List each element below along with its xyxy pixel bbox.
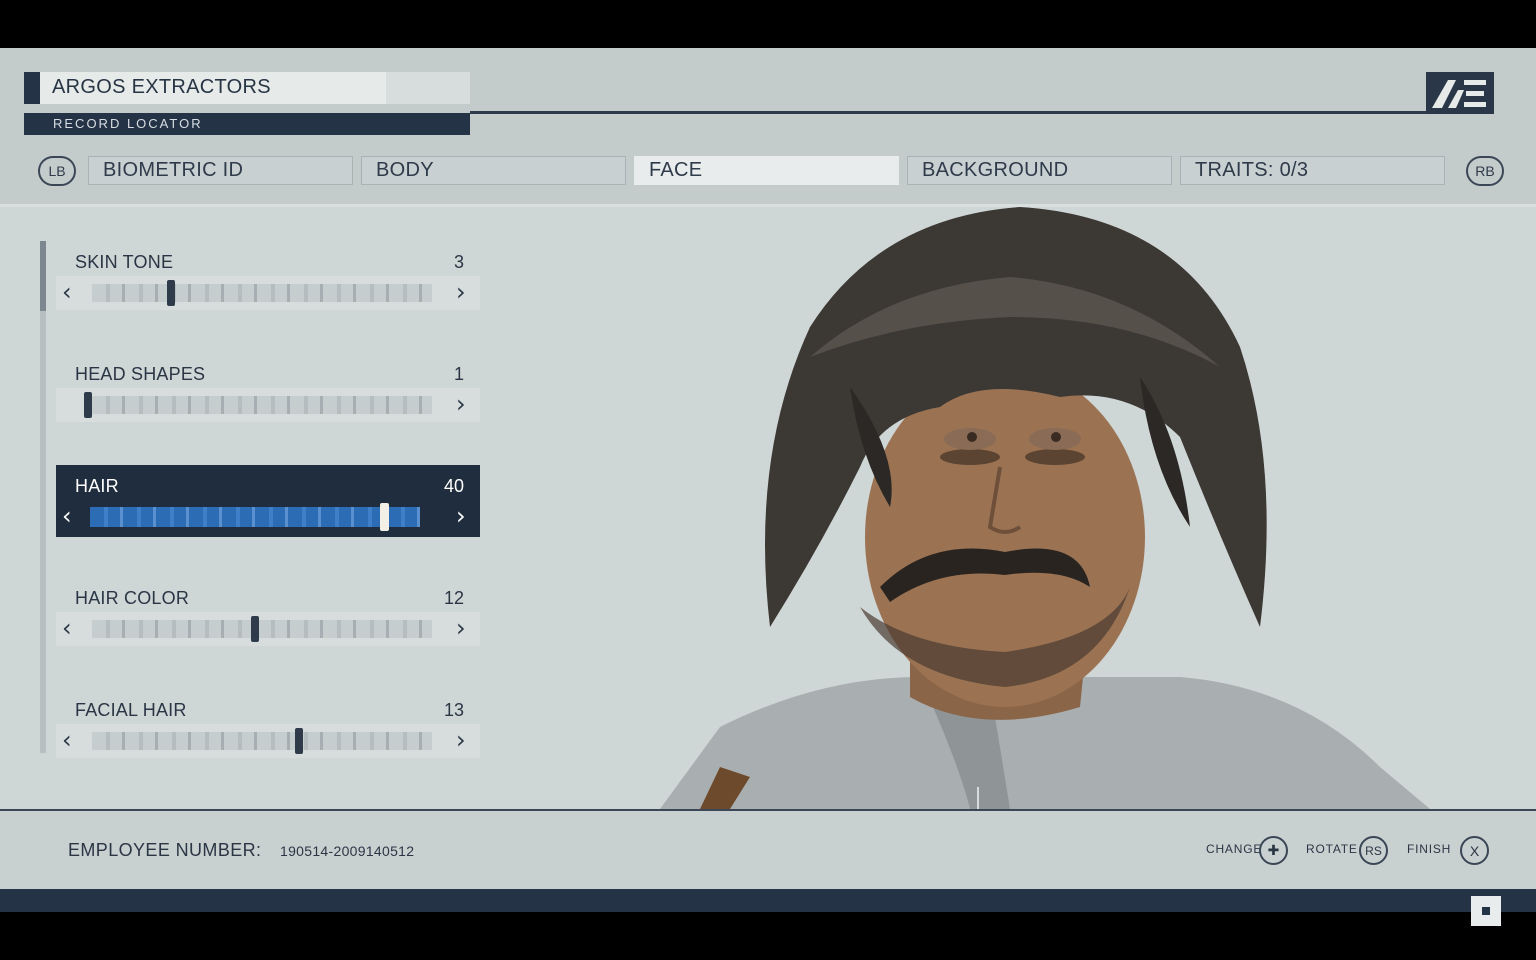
lb-bumper-button[interactable]: LB xyxy=(38,156,76,186)
stop-square-icon[interactable] xyxy=(1471,896,1501,926)
hair-left-arrow-icon[interactable]: ‹ xyxy=(62,504,72,528)
hair-color-label: HAIR COLOR xyxy=(75,588,190,608)
hair-value: 40 xyxy=(443,476,464,496)
head-shapes-knob[interactable] xyxy=(84,392,92,418)
facial-hair-left-arrow-icon[interactable]: ‹ xyxy=(62,728,72,752)
facial-hair-label: FACIAL HAIR xyxy=(75,700,187,720)
change-prompt-label: CHANGE xyxy=(1206,842,1263,856)
employee-number-label: EMPLOYEE NUMBER: xyxy=(68,840,262,860)
slider-list-scroll-thumb[interactable] xyxy=(40,241,46,311)
skin-tone-knob[interactable] xyxy=(167,280,175,306)
tab-biometric-id[interactable]: BIOMETRIC ID xyxy=(88,156,353,185)
skin-tone-right-arrow-icon[interactable]: › xyxy=(456,280,466,304)
rs-button-icon[interactable]: RS xyxy=(1359,836,1388,865)
rotate-prompt-label: ROTATE xyxy=(1306,842,1358,856)
x-button-icon[interactable]: X xyxy=(1460,836,1489,865)
skin-tone-left-arrow-icon[interactable]: ‹ xyxy=(62,280,72,304)
record-locator-label: RECORD LOCATOR xyxy=(53,116,203,131)
tab-body[interactable]: BODY xyxy=(361,156,626,185)
hair-color-track[interactable] xyxy=(92,620,432,638)
hair-color-left-arrow-icon[interactable]: ‹ xyxy=(62,616,72,640)
header-rule xyxy=(470,111,1428,114)
finish-prompt-label: FINISH xyxy=(1407,842,1452,856)
skin-tone-value: 3 xyxy=(453,252,464,272)
facial-hair-knob[interactable] xyxy=(295,728,303,754)
skin-tone-label: SKIN TONE xyxy=(75,252,174,272)
skin-tone-track[interactable] xyxy=(92,284,432,302)
company-box-ext xyxy=(386,72,470,104)
slider-list-scrollbar[interactable] xyxy=(40,241,46,753)
hair-right-arrow-icon[interactable]: › xyxy=(456,504,466,528)
rb-bumper-button[interactable]: RB xyxy=(1466,156,1504,186)
tab-traits[interactable]: TRAITS: 0/3 xyxy=(1180,156,1445,185)
hair-color-knob[interactable] xyxy=(251,616,259,642)
company-name: ARGOS EXTRACTORS xyxy=(52,76,271,98)
hair-track[interactable] xyxy=(90,507,420,527)
head-shapes-right-arrow-icon[interactable]: › xyxy=(456,392,466,416)
facial-hair-right-arrow-icon[interactable]: › xyxy=(456,728,466,752)
facial-hair-value: 13 xyxy=(443,700,464,720)
character-portrait xyxy=(660,207,1430,809)
head-shapes-value: 1 xyxy=(453,364,464,384)
hair-knob[interactable] xyxy=(380,503,389,531)
tab-background[interactable]: BACKGROUND xyxy=(907,156,1172,185)
tab-face[interactable]: FACE xyxy=(634,156,899,185)
company-marker xyxy=(24,72,40,104)
ae-logo-icon xyxy=(1426,72,1494,114)
letterbox-bottom xyxy=(0,912,1536,960)
dpad-icon[interactable]: ✚ xyxy=(1259,836,1288,865)
facial-hair-track[interactable] xyxy=(92,732,432,750)
head-shapes-track[interactable] xyxy=(92,396,432,414)
footer-accent-bar xyxy=(0,889,1536,912)
employee-number-value: 190514-2009140512 xyxy=(280,843,415,859)
hair-color-value: 12 xyxy=(443,588,464,608)
hair-label: HAIR xyxy=(75,476,119,496)
hair-color-right-arrow-icon[interactable]: › xyxy=(456,616,466,640)
letterbox-top xyxy=(0,0,1536,48)
head-shapes-label: HEAD SHAPES xyxy=(75,364,206,384)
